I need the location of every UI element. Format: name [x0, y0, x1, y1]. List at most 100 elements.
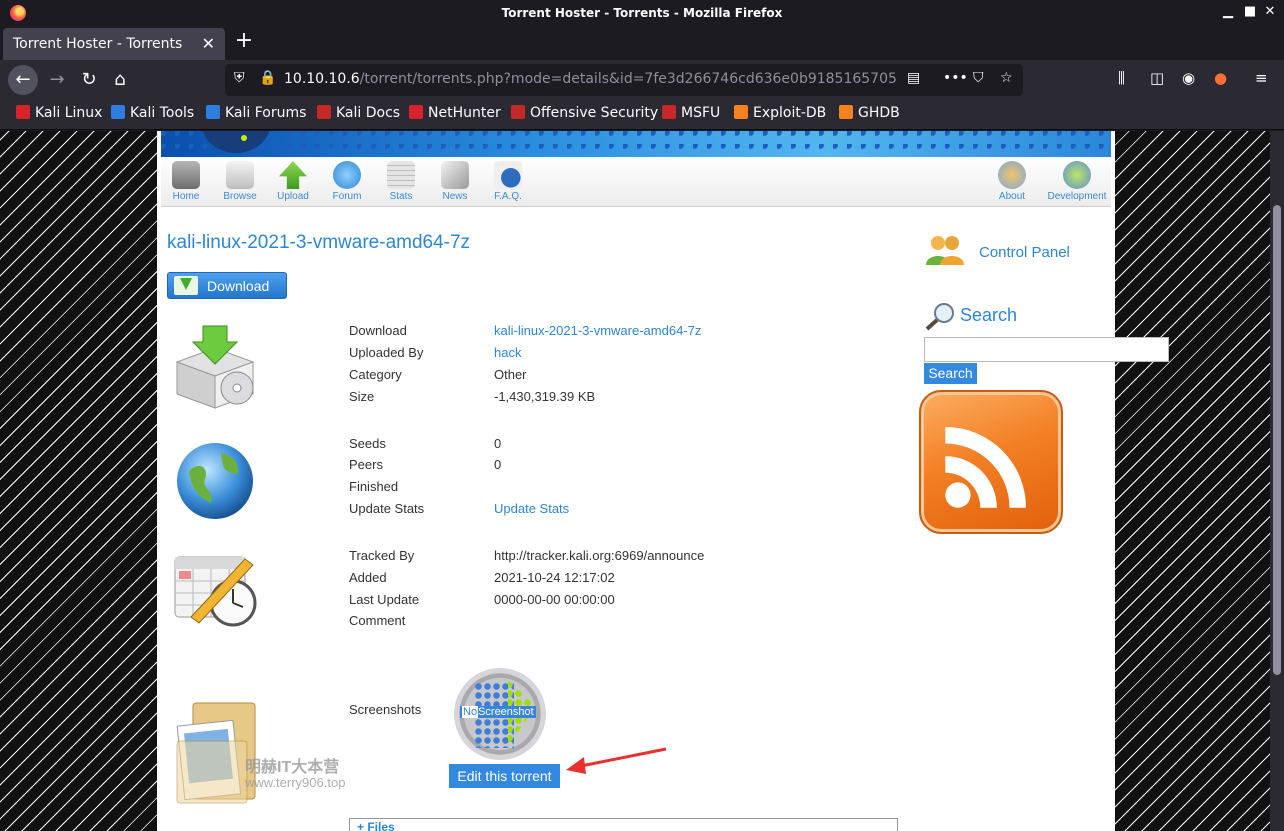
- rss-feed-icon[interactable]: [919, 390, 1063, 534]
- last-update-value: 0000-00-00 00:00:00: [494, 592, 615, 607]
- menu-about[interactable]: About: [987, 161, 1037, 202]
- tab-torrent-hoster[interactable]: Torrent Hoster - Torrents ✕: [3, 28, 225, 60]
- window-titlebar: Torrent Hoster - Torrents - Mozilla Fire…: [0, 0, 1284, 26]
- scrollbar-thumb[interactable]: [1273, 205, 1281, 675]
- detail-label-seeds: Seeds: [349, 436, 386, 451]
- bookmark-star-icon[interactable]: ☆: [1000, 70, 1013, 86]
- account-icon[interactable]: ◉: [1182, 69, 1195, 87]
- control-panel-link[interactable]: Control Panel: [924, 233, 1124, 269]
- search-input[interactable]: [924, 337, 1169, 362]
- tab-label: Torrent Hoster - Torrents: [13, 36, 183, 52]
- bookmark-kali-docs[interactable]: Kali Docs: [317, 105, 400, 121]
- maximize-button[interactable]: ■: [1242, 4, 1258, 19]
- exploit-db-icon: [734, 105, 748, 119]
- download-button[interactable]: Download: [167, 272, 287, 299]
- app-menu-icon[interactable]: ≡: [1255, 69, 1268, 87]
- detail-label-category: Category: [349, 367, 402, 382]
- stats-icon: [387, 161, 415, 189]
- site-menu: Home Browse Upload Forum Stats News F.A.…: [161, 157, 1111, 207]
- back-button[interactable]: ←: [8, 65, 38, 95]
- insecure-connection-icon[interactable]: 🔒: [259, 70, 276, 86]
- download-icon: [174, 276, 198, 295]
- menu-stats[interactable]: Stats: [376, 161, 426, 202]
- menu-upload[interactable]: Upload: [268, 161, 318, 202]
- page-actions-icon[interactable]: •••: [943, 70, 968, 86]
- offensive-security-icon: [511, 105, 525, 119]
- menu-browse[interactable]: Browse: [215, 161, 265, 202]
- menu-forum[interactable]: Forum: [322, 161, 372, 202]
- faq-help-icon: [494, 161, 522, 189]
- bookmark-kali-linux[interactable]: Kali Linux: [16, 105, 102, 121]
- no-screenshot-image: NoScreenshot: [454, 668, 546, 760]
- uploader-link[interactable]: hack: [494, 345, 521, 360]
- size-value: -1,430,319.39 KB: [494, 389, 596, 404]
- url-host: 10.10.10.6: [284, 71, 360, 87]
- tab-close-icon[interactable]: ✕: [202, 34, 215, 53]
- detail-label-finished: Finished: [349, 479, 399, 494]
- globe-icon: [177, 443, 253, 519]
- detail-label-added: Added: [349, 570, 387, 585]
- bookmark-msfu[interactable]: MSFU: [662, 105, 720, 121]
- page-scrollbar[interactable]: [1270, 131, 1284, 831]
- browse-icon: [226, 161, 254, 189]
- kali-tools-icon: [111, 105, 125, 119]
- bookmark-offensive-security[interactable]: Offensive Security: [511, 105, 658, 121]
- menu-faq[interactable]: F.A.Q.: [483, 161, 533, 202]
- sidebar-icon[interactable]: ◫: [1150, 69, 1164, 87]
- reader-view-icon[interactable]: ▤: [903, 70, 925, 86]
- development-icon: [1063, 161, 1091, 189]
- torrent-title: kali-linux-2021-3-vmware-amd64-7z: [167, 232, 471, 253]
- detail-label-update-stats: Update Stats: [349, 501, 425, 516]
- tracking-shield-icon[interactable]: ⛨: [234, 70, 245, 86]
- kali-docs-icon: [317, 105, 331, 119]
- news-icon: [441, 161, 469, 189]
- url-text[interactable]: 10.10.10.6/torrent/torrents.php?mode=det…: [284, 71, 897, 87]
- bookmark-kali-tools[interactable]: Kali Tools: [111, 105, 194, 121]
- bookmark-ghdb[interactable]: GHDB: [839, 105, 900, 121]
- site-banner: [161, 131, 1111, 157]
- detail-label-tracked-by: Tracked By: [349, 548, 415, 563]
- home-button[interactable]: ⌂: [105, 65, 135, 95]
- new-tab-button[interactable]: +: [232, 28, 256, 53]
- banner-logo: [201, 131, 271, 153]
- extension-icon[interactable]: ●: [1214, 69, 1227, 87]
- category-value: Other: [494, 367, 527, 382]
- menu-news[interactable]: News: [430, 161, 480, 202]
- minimize-button[interactable]: ▁: [1220, 4, 1236, 19]
- msfu-icon: [662, 105, 676, 119]
- forward-button[interactable]: →: [42, 65, 72, 95]
- menu-home[interactable]: Home: [161, 161, 211, 202]
- about-icon: [998, 161, 1026, 189]
- update-stats-link[interactable]: Update Stats: [494, 501, 569, 516]
- screenshots-label: Screenshots: [349, 702, 422, 717]
- pocket-icon[interactable]: ⛉: [973, 70, 984, 86]
- kali-forums-icon: [206, 105, 220, 119]
- files-toggle[interactable]: + Files: [357, 820, 395, 831]
- library-icon[interactable]: ⫼: [1118, 69, 1125, 87]
- bookmark-kali-forums[interactable]: Kali Forums: [206, 105, 306, 121]
- close-window-button[interactable]: ✕: [1262, 4, 1278, 19]
- reload-button[interactable]: ↻: [74, 65, 104, 95]
- watermark: 明赫IT大本营 www.terry906.top: [245, 759, 346, 790]
- bookmark-exploit-db[interactable]: Exploit-DB: [734, 105, 826, 121]
- detail-label-comment: Comment: [349, 613, 406, 628]
- no-screenshot-label: NoScreenshot: [460, 706, 536, 718]
- search-button[interactable]: Search: [924, 363, 977, 384]
- files-section[interactable]: + Files: [349, 818, 898, 831]
- bookmark-nethunter[interactable]: NetHunter: [409, 105, 501, 121]
- home-icon: [172, 161, 200, 189]
- detail-label-peers: Peers: [349, 457, 383, 472]
- download-box-icon: [175, 325, 255, 409]
- added-value: 2021-10-24 12:17:02: [494, 570, 615, 585]
- nethunter-icon: [409, 105, 423, 119]
- forum-icon: [333, 161, 361, 189]
- ghdb-icon: [839, 105, 853, 119]
- upload-arrow-icon: [279, 161, 307, 189]
- menu-development[interactable]: Development: [1044, 161, 1110, 202]
- bookmarks-toolbar: Kali Linux Kali Tools Kali Forums Kali D…: [0, 100, 1284, 130]
- edit-torrent-button[interactable]: Edit this torrent: [449, 764, 560, 788]
- url-bar[interactable]: ⛨ 🔒 10.10.10.6/torrent/torrents.php?mode…: [225, 64, 1023, 96]
- download-file-link[interactable]: kali-linux-2021-3-vmware-amd64-7z: [494, 323, 701, 338]
- peers-value: 0: [494, 457, 502, 472]
- magnifier-icon: [925, 303, 954, 331]
